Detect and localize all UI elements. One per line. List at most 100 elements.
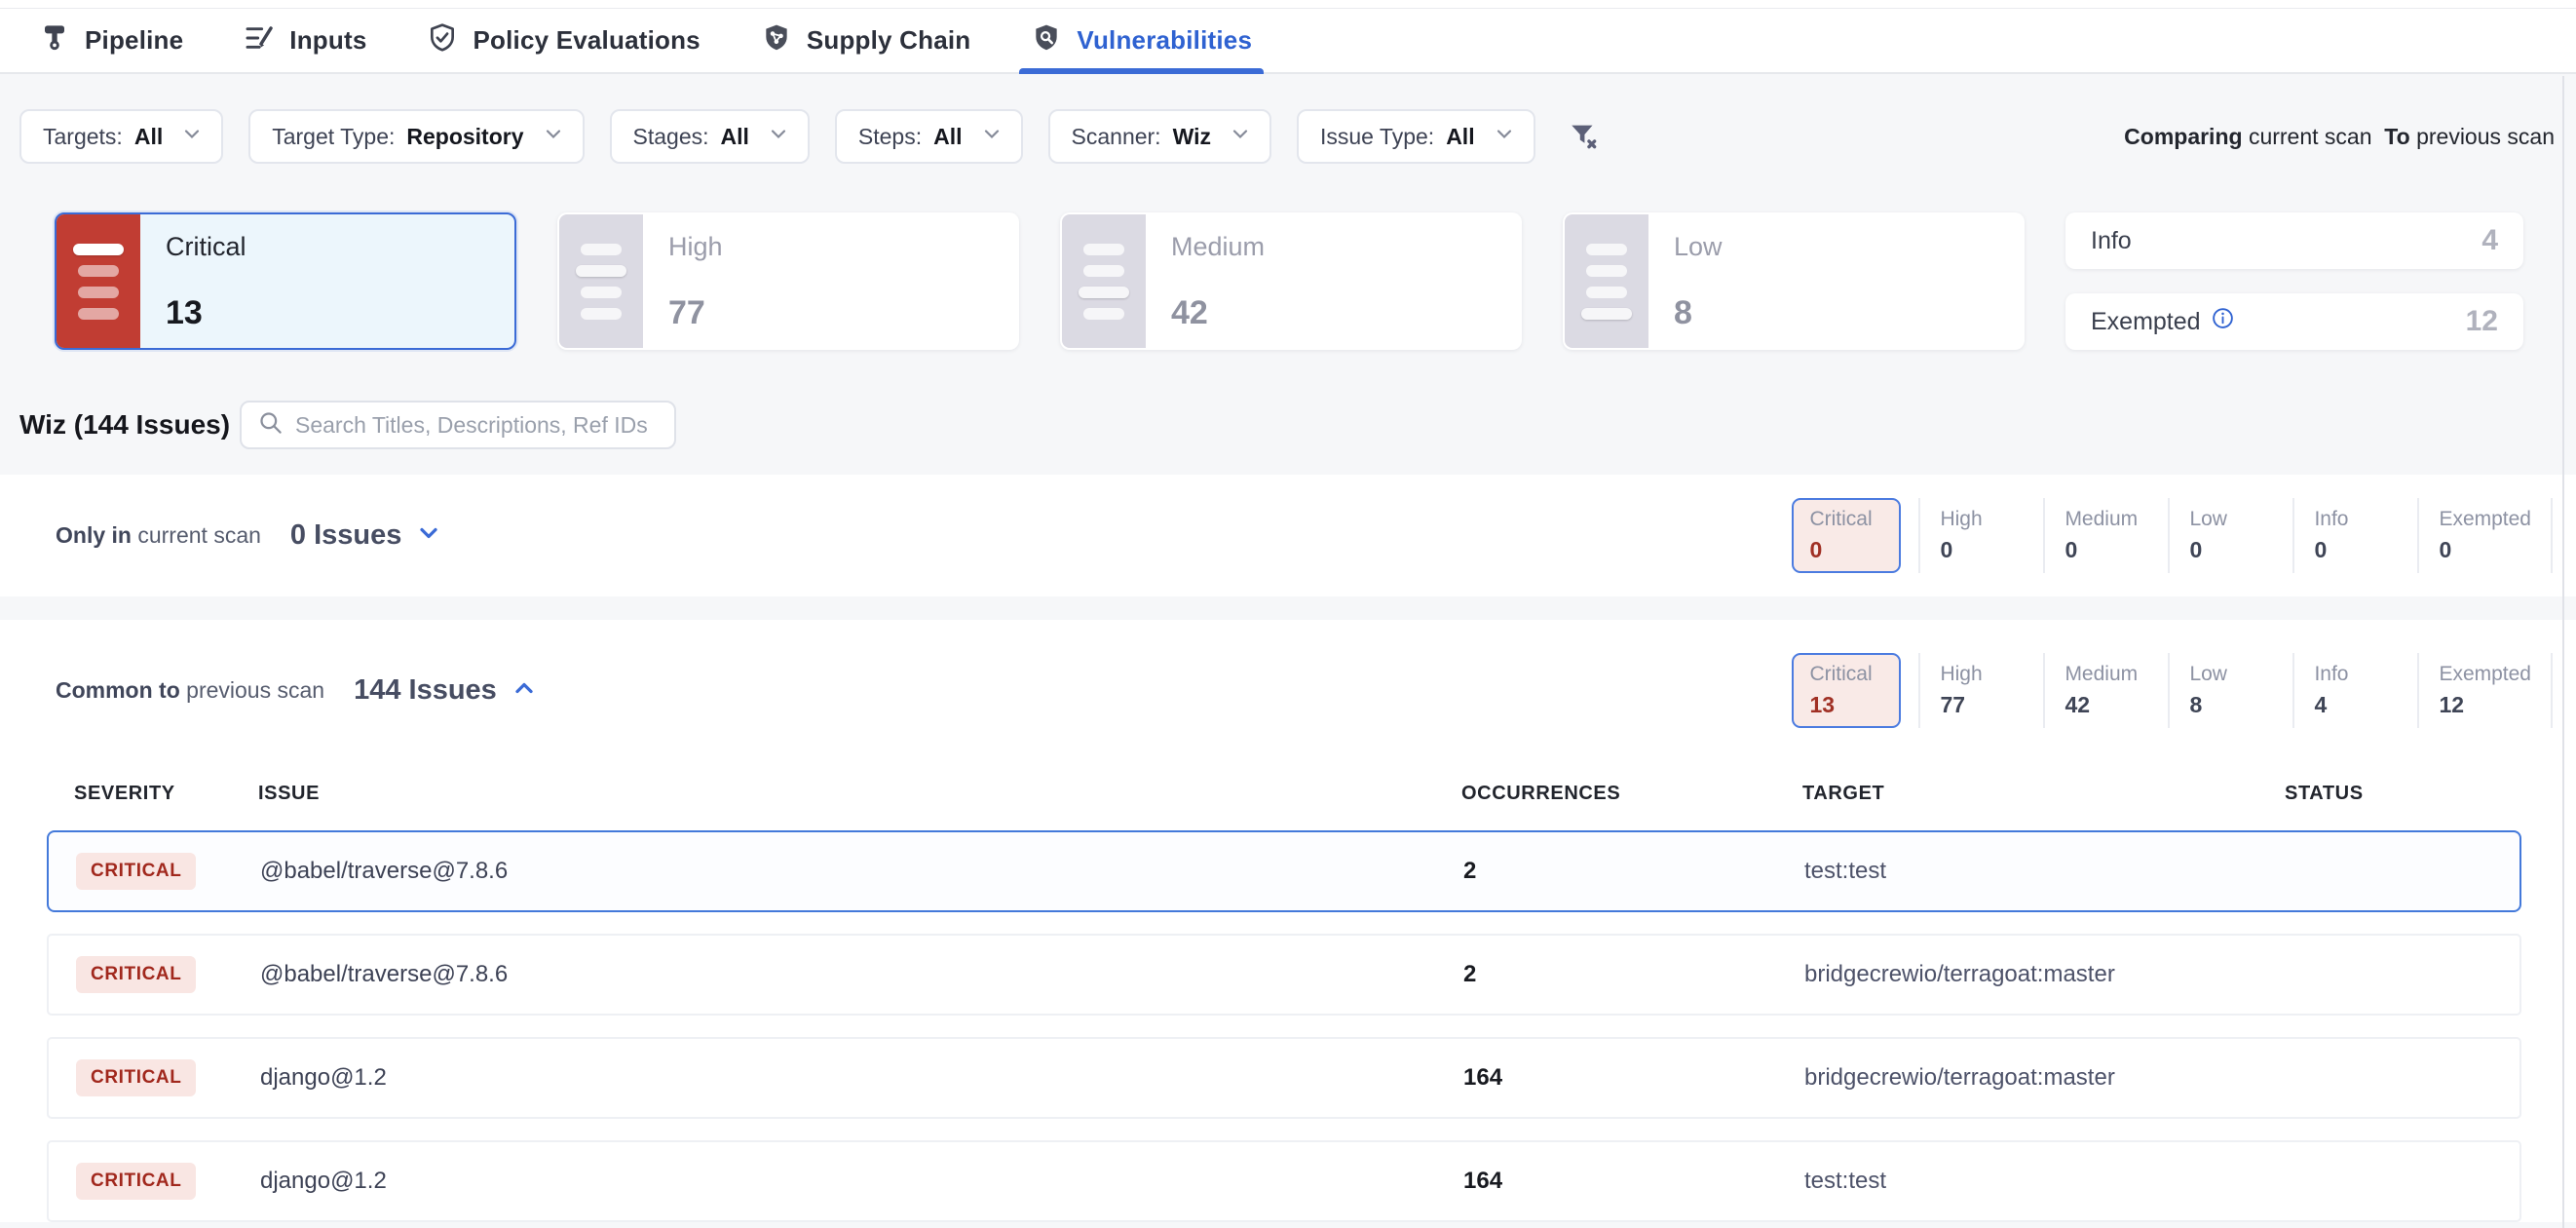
severity-level-icon (57, 214, 140, 348)
info-card-label: Info (2091, 227, 2132, 255)
search-input[interactable] (295, 412, 659, 439)
tab-label: Inputs (289, 25, 366, 56)
chip-low[interactable]: Low 8 (2168, 653, 2292, 728)
table-row[interactable]: CRITICAL django@1.2 164 test:test (47, 1140, 2521, 1222)
severity-card-count: 13 (166, 294, 489, 332)
occurrences-cell: 164 (1463, 1168, 1804, 1195)
severity-badge: CRITICAL (76, 956, 196, 993)
severity-level-icon (1062, 214, 1146, 348)
chevron-down-icon (415, 519, 442, 552)
column-severity: SEVERITY (74, 783, 258, 805)
severity-card-label: Critical (166, 232, 489, 262)
filter-label: Issue Type: (1320, 124, 1434, 150)
chip-critical[interactable]: Critical 13 (1792, 653, 1901, 728)
info-card[interactable]: Info 4 (2065, 212, 2523, 269)
info-icon (2211, 306, 2235, 337)
severity-summary: Critical 13 High 77 Medium 42 Low 8 (55, 212, 2523, 350)
severity-chip-row: Critical 13 High 77 Medium 42 Low 8 Info… (1792, 653, 2553, 728)
tab-inputs[interactable]: Inputs (244, 9, 366, 72)
chip-critical[interactable]: Critical 0 (1792, 498, 1901, 573)
severity-card-low[interactable]: Low 8 (1563, 212, 2025, 350)
column-issue: ISSUE (258, 783, 1461, 805)
chevron-down-icon (174, 122, 204, 151)
section-toggle[interactable]: 144 Issues (354, 674, 538, 707)
filter-value: All (134, 124, 163, 150)
chip-exempted[interactable]: Exempted 12 (2417, 653, 2553, 728)
target-cell: bridgecrewio/terragoat:master (1804, 1064, 2287, 1092)
table-row[interactable]: CRITICAL @babel/traverse@7.8.6 2 test:te… (47, 830, 2521, 912)
tab-pipeline[interactable]: Pipeline (39, 9, 183, 72)
issues-table-header: SEVERITY ISSUE OCCURRENCES TARGET STATUS (74, 783, 2521, 805)
filter-issue-type[interactable]: Issue Type:All (1297, 109, 1535, 164)
filter-steps[interactable]: Steps:All (835, 109, 1023, 164)
filter-value: All (933, 124, 962, 150)
issue-cell: @babel/traverse@7.8.6 (260, 961, 1463, 988)
pipeline-icon (39, 22, 70, 58)
shield-check-icon (427, 22, 458, 58)
filter-label: Target Type: (272, 124, 395, 150)
column-target: TARGET (1802, 783, 2285, 805)
shield-search-icon (1031, 22, 1062, 58)
tab-label: Vulnerabilities (1077, 25, 1252, 56)
severity-card-count: 42 (1171, 294, 1495, 332)
tab-vulnerabilities[interactable]: Vulnerabilities (1031, 9, 1252, 72)
chevron-down-icon (536, 122, 565, 151)
chevron-up-icon (511, 674, 538, 707)
severity-card-high[interactable]: High 77 (557, 212, 1019, 350)
severity-card-count: 77 (668, 294, 992, 332)
chip-info[interactable]: Info 0 (2292, 498, 2417, 573)
inputs-icon (244, 22, 275, 58)
severity-badge: CRITICAL (76, 1059, 196, 1096)
section-title: Common to previous scan (56, 677, 324, 704)
severity-card-medium[interactable]: Medium 42 (1060, 212, 1522, 350)
section-only-in-current-scan: Only in current scan 0 Issues Critical 0… (0, 475, 2576, 596)
chip-medium[interactable]: Medium 0 (2043, 498, 2168, 573)
section-common-to-previous-scan: Common to previous scan 144 Issues Criti… (0, 620, 2576, 1222)
chip-low[interactable]: Low 0 (2168, 498, 2292, 573)
column-status: STATUS (2285, 783, 2521, 805)
occurrences-cell: 2 (1463, 961, 1804, 988)
filter-target-type[interactable]: Target Type:Repository (248, 109, 584, 164)
chip-high[interactable]: High 77 (1918, 653, 2043, 728)
tab-label: Supply Chain (807, 25, 971, 56)
severity-badge: CRITICAL (76, 853, 196, 890)
tab-label: Policy Evaluations (473, 25, 700, 56)
issue-cell: @babel/traverse@7.8.6 (260, 858, 1463, 885)
results-header: Wiz (144 Issues) (19, 401, 2557, 449)
issue-cell: django@1.2 (260, 1168, 1463, 1195)
tab-bar: Pipeline Inputs Policy Evaluations Suppl… (0, 9, 2576, 74)
table-row[interactable]: CRITICAL @babel/traverse@7.8.6 2 bridgec… (47, 934, 2521, 1016)
chip-high[interactable]: High 0 (1918, 498, 2043, 573)
search-box (240, 401, 676, 449)
severity-card-label: Medium (1171, 232, 1495, 262)
tab-supply-chain[interactable]: Supply Chain (761, 9, 971, 72)
section-toggle[interactable]: 0 Issues (290, 519, 442, 552)
chevron-down-icon (974, 122, 1004, 151)
table-row[interactable]: CRITICAL django@1.2 164 bridgecrewio/ter… (47, 1037, 2521, 1119)
filter-stages[interactable]: Stages:All (610, 109, 810, 164)
target-cell: bridgecrewio/terragoat:master (1804, 961, 2287, 988)
tab-policy-evaluations[interactable]: Policy Evaluations (427, 9, 700, 72)
clear-filters-icon[interactable] (1561, 113, 1608, 160)
severity-card-label: Low (1674, 232, 1997, 262)
shield-network-icon (761, 22, 792, 58)
filter-label: Scanner: (1072, 124, 1161, 150)
chip-medium[interactable]: Medium 42 (2043, 653, 2168, 728)
filter-value: Wiz (1173, 124, 1211, 150)
filter-value: All (721, 124, 749, 150)
target-cell: test:test (1804, 858, 2287, 885)
exempted-card[interactable]: Exempted 12 (2065, 293, 2523, 350)
filter-scanner[interactable]: Scanner: Wiz (1048, 109, 1271, 164)
chevron-down-icon (761, 122, 790, 151)
scrollbar[interactable] (2562, 76, 2564, 1228)
filter-targets[interactable]: Targets:All (19, 109, 223, 164)
severity-card-critical[interactable]: Critical 13 (55, 212, 516, 350)
severity-card-count: 8 (1674, 294, 1997, 332)
filter-bar: Targets:All Target Type:Repository Stage… (19, 109, 2555, 164)
severity-level-icon (559, 214, 643, 348)
section-title: Only in current scan (56, 522, 261, 549)
chip-exempted[interactable]: Exempted 0 (2417, 498, 2553, 573)
info-exempted-column: Info 4 Exempted 12 (2065, 212, 2523, 350)
chip-info[interactable]: Info 4 (2292, 653, 2417, 728)
issue-cell: django@1.2 (260, 1064, 1463, 1092)
